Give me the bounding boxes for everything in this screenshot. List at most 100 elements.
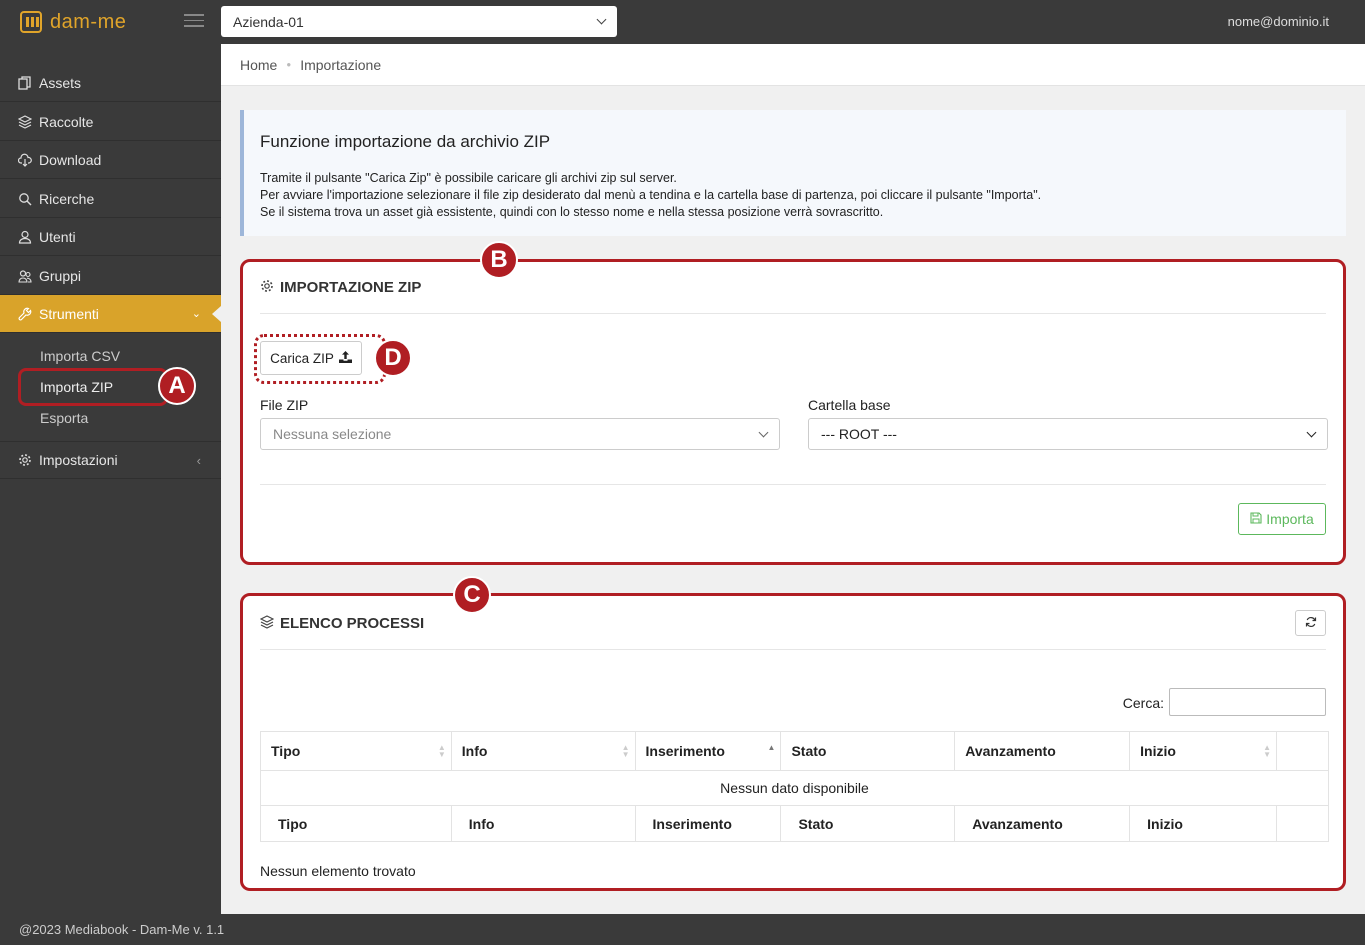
info-line: Tramite il pulsante "Carica Zip" è possi…	[260, 171, 677, 185]
user-icon	[17, 229, 32, 244]
column-footer-actions	[1275, 805, 1330, 842]
refresh-button[interactable]	[1295, 610, 1326, 636]
search-icon	[17, 191, 32, 206]
sidebar-item-ricerche[interactable]: Ricerche	[0, 180, 221, 218]
import-button[interactable]: Importa	[1238, 503, 1326, 535]
column-header-inserimento[interactable]: Inserimento ▲▼	[634, 731, 782, 771]
submenu-item-importa-csv[interactable]: Importa CSV	[40, 348, 120, 364]
divider	[260, 484, 1326, 485]
info-line: Per avviare l'importazione selezionare i…	[260, 188, 1042, 202]
upload-icon	[338, 350, 352, 366]
column-footer-inserimento: Inserimento	[634, 805, 782, 842]
user-email[interactable]: nome@dominio.it	[1228, 14, 1329, 29]
column-header-label: Avanzamento	[965, 743, 1056, 759]
breadcrumb: Home ● Importazione	[221, 44, 1365, 86]
annotation-badge-c: C	[453, 576, 491, 614]
layers-icon	[17, 114, 32, 129]
chevron-down-icon: ⌄	[191, 308, 201, 320]
table-header-row: Tipo ▲▼ Info ▲▼ Inserimento ▲▼ Stato Avanza…	[260, 731, 1330, 771]
column-footer-tipo: Tipo	[260, 805, 452, 842]
file-zip-label: File ZIP	[260, 397, 309, 413]
annotation-badge-d: D	[374, 339, 412, 377]
save-icon	[1250, 511, 1262, 527]
sidebar-item-label: Assets	[39, 74, 82, 91]
column-header-avanzamento[interactable]: Avanzamento	[954, 731, 1131, 771]
file-zip-select[interactable]: Nessuna selezione	[260, 418, 780, 450]
import-button-label: Importa	[1266, 511, 1314, 527]
column-header-actions	[1275, 731, 1330, 771]
panel-title: ELENCO PROCESSI	[259, 615, 425, 632]
upload-zip-label: Carica ZIP	[270, 350, 334, 366]
company-select-value: Azienda-01	[233, 13, 304, 30]
import-zip-panel: IMPORTAZIONE ZIP Carica ZIP File ZIP Nes…	[240, 259, 1346, 565]
hamburger-menu-icon[interactable]	[184, 14, 204, 28]
sidebar-item-assets[interactable]: Assets	[0, 64, 221, 102]
sidebar: Assets Raccolte Download Ricerche Utenti…	[0, 44, 221, 914]
footer: @2023 Mediabook - Dam-Me v. 1.1	[0, 914, 1365, 945]
column-header-label: Tipo	[271, 743, 301, 759]
process-list-panel: ELENCO PROCESSI Cerca: Tipo ▲ ▼ Info ▲ ▼ Ins…	[240, 593, 1346, 891]
column-footer-info: Info	[450, 805, 636, 842]
column-header-label: Inizio	[1140, 743, 1176, 759]
chevron-down-icon	[596, 14, 607, 25]
company-select[interactable]: Azienda-01	[221, 6, 617, 37]
wrench-icon	[17, 306, 32, 321]
annotation-highlight-a	[18, 368, 168, 406]
sidebar-item-label: Utenti	[39, 228, 76, 245]
column-header-stato[interactable]: Stato	[780, 731, 956, 771]
base-folder-label: Cartella base	[808, 397, 891, 413]
info-line: Se il sistema trova un asset già essiste…	[260, 205, 884, 219]
sidebar-item-label: Ricerche	[39, 190, 95, 207]
info-callout: Funzione importazione da archivio ZIP Tr…	[240, 110, 1346, 236]
column-footer-stato: Stato	[780, 805, 956, 842]
sidebar-item-download[interactable]: Download	[0, 141, 221, 179]
base-folder-select-value: --- ROOT ---	[821, 426, 897, 442]
refresh-icon	[1305, 616, 1317, 631]
group-icon	[17, 268, 32, 283]
sidebar-item-label: Gruppi	[39, 267, 82, 284]
gear-icon	[17, 453, 32, 468]
sidebar-item-label: Impostazioni	[39, 452, 118, 468]
divider	[260, 313, 1326, 314]
column-header-label: Info	[461, 743, 488, 759]
column-header-inizio[interactable]: Inizio ▲ ▼	[1129, 731, 1277, 771]
file-zip-select-value: Nessuna selezione	[273, 426, 392, 442]
sidebar-item-label: Raccolte	[39, 113, 94, 130]
table-info: Nessun elemento trovato	[260, 863, 416, 879]
search-input[interactable]	[1169, 688, 1326, 716]
sidebar-item-label: Download	[39, 151, 102, 168]
column-footer-avanzamento: Avanzamento	[954, 805, 1131, 842]
layers-icon	[259, 615, 275, 632]
annotation-badge-a: A	[158, 367, 196, 405]
upload-zip-button[interactable]: Carica ZIP	[260, 341, 362, 375]
sidebar-item-utenti[interactable]: Utenti	[0, 218, 221, 256]
panel-title-text: ELENCO PROCESSI	[280, 615, 425, 632]
breadcrumb-home[interactable]: Home	[240, 57, 277, 73]
submenu-item-esporta[interactable]: Esporta	[40, 410, 88, 426]
chevron-down-icon	[1306, 427, 1317, 437]
sort-icon: ▲ ▼	[621, 743, 630, 759]
cloud-download-icon	[17, 152, 32, 167]
chevron-down-icon	[758, 427, 769, 437]
sidebar-item-gruppi[interactable]: Gruppi	[0, 257, 221, 295]
panel-title-text: IMPORTAZIONE ZIP	[280, 279, 422, 296]
logo-text: dam-me	[50, 10, 127, 33]
empty-table-message: Nessun dato disponibile	[260, 770, 1329, 806]
logo-icon	[20, 11, 42, 33]
table-footer-row: Tipo Info Inserimento Stato Avanzamento …	[260, 805, 1330, 842]
column-header-info[interactable]: Info ▲ ▼	[450, 731, 636, 771]
base-folder-select[interactable]: --- ROOT ---	[808, 418, 1328, 450]
sidebar-item-strumenti[interactable]: Strumenti ⌄	[0, 295, 221, 333]
sidebar-item-raccolte[interactable]: Raccolte	[0, 103, 221, 141]
column-header-tipo[interactable]: Tipo ▲ ▼	[260, 731, 452, 771]
table-row: Nessun dato disponibile	[260, 770, 1329, 806]
sort-icon: ▲ ▼	[1263, 743, 1271, 759]
sidebar-item-impostazioni[interactable]: Impostazioni ‹	[0, 441, 221, 479]
sort-icon: ▲ ▼	[437, 743, 446, 759]
sidebar-item-label: Strumenti	[39, 305, 99, 322]
logo[interactable]: dam-me	[20, 9, 126, 35]
chevron-left-icon: ‹	[196, 452, 201, 468]
column-header-label: Inserimento	[645, 743, 725, 759]
panel-title: IMPORTAZIONE ZIP	[260, 279, 421, 296]
divider	[260, 649, 1326, 650]
